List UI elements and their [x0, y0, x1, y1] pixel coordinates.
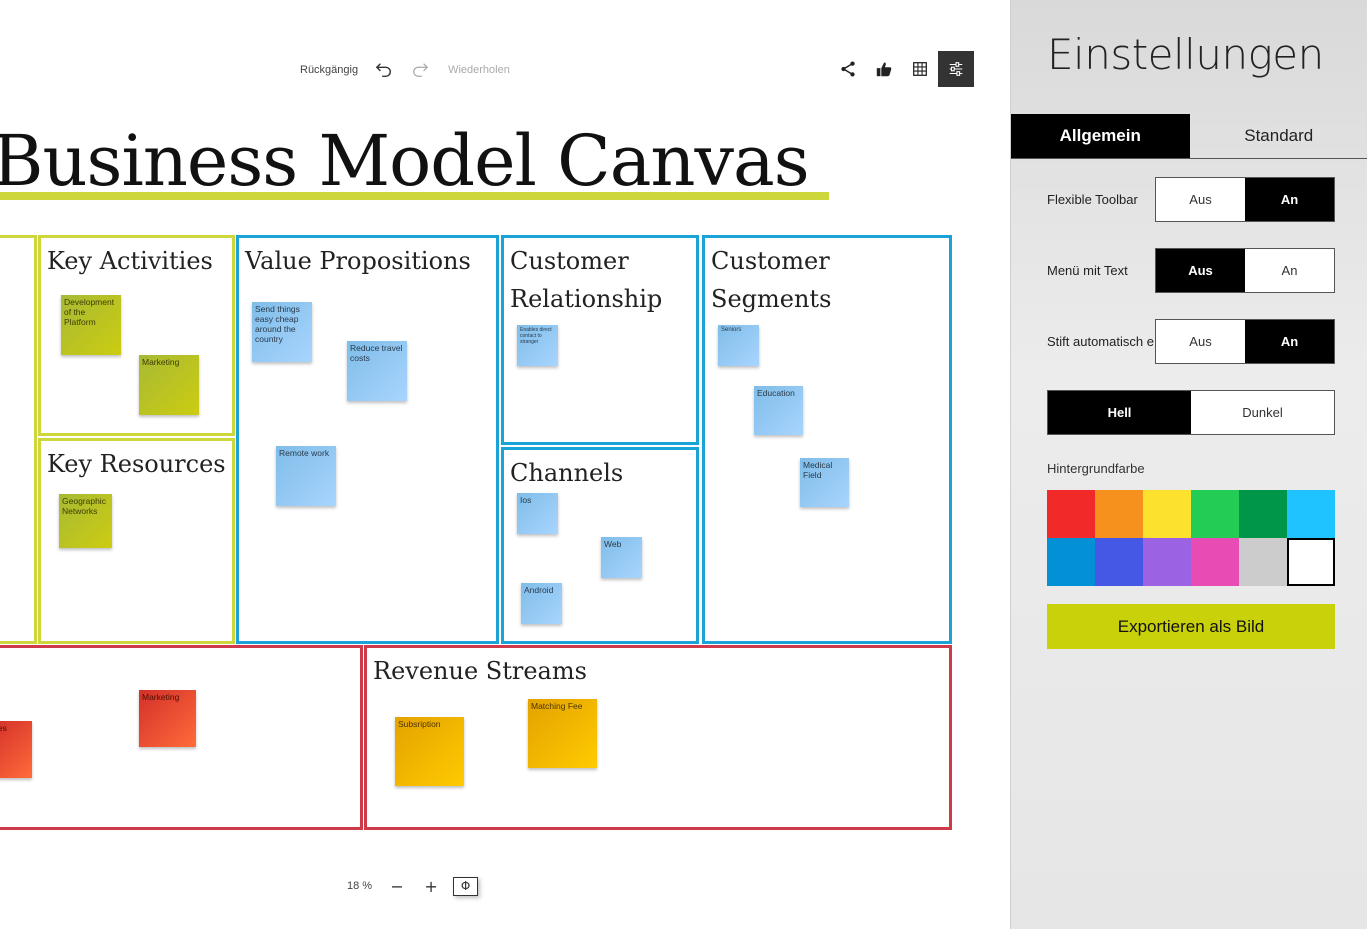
export-image-button[interactable]: Exportieren als Bild [1047, 604, 1335, 649]
color-swatch[interactable] [1239, 490, 1287, 538]
box-title-customer-segments: Customer Segments [711, 247, 832, 313]
zoom-level: 18 % [347, 880, 373, 892]
box-customer-relationship[interactable]: Customer Relationship Enables direct con… [501, 235, 699, 445]
color-swatch[interactable] [1047, 490, 1095, 538]
color-swatch[interactable] [1143, 490, 1191, 538]
box-title-key-activities: Key Activities [47, 247, 213, 275]
sticky-note[interactable]: Marketing [139, 355, 199, 415]
box-title-channels: Channels [510, 459, 624, 487]
sticky-note[interactable]: Send things easy cheap around the countr… [252, 302, 312, 362]
color-swatch[interactable] [1047, 538, 1095, 586]
whiteboard-canvas[interactable]: Rückgängig Wiederholen Business Model Ca… [0, 0, 1010, 929]
share-icon[interactable] [830, 51, 866, 87]
setting-auto-pen: Stift automatisch e Aus An [1047, 319, 1335, 364]
zoom-controls: 18 % − + Φ [347, 876, 479, 896]
toggle-flexible-toolbar[interactable]: Aus An [1155, 177, 1335, 222]
sticky-note[interactable]: ies [0, 721, 32, 778]
sticky-note[interactable]: Enables direct contact to stranger [517, 325, 558, 366]
settings-panel: Einstellungen Allgemein Standard Flexibl… [1010, 0, 1367, 929]
color-swatch[interactable] [1095, 490, 1143, 538]
sticky-note[interactable]: Geographic Networks [59, 494, 112, 548]
sticky-note[interactable]: Remote work [276, 446, 336, 506]
box-customer-segments[interactable]: Customer Segments Seniors Education Medi… [702, 235, 952, 644]
undo-icon[interactable] [372, 58, 396, 82]
toggle-option-off[interactable]: Aus [1156, 178, 1245, 221]
setting-label: Menü mit Text [1047, 263, 1128, 278]
redo-label[interactable]: Wiederholen [448, 64, 510, 76]
setting-label: Flexible Toolbar [1047, 192, 1138, 207]
box-title-revenue-streams: Revenue Streams [373, 657, 587, 685]
sticky-note[interactable]: Education [754, 386, 803, 435]
box-title-key-resources: Key Resources [47, 450, 226, 478]
background-color-label: Hintergrundfarbe [1047, 461, 1145, 476]
box-cost-structure[interactable]: ies Marketing [0, 645, 363, 830]
box-key-resources[interactable]: Key Resources Geographic Networks [38, 438, 235, 644]
sliders-icon[interactable] [938, 51, 974, 87]
box-key-activities[interactable]: Key Activities Development of the Platfo… [38, 235, 235, 436]
theme-light-option[interactable]: Hell [1048, 391, 1191, 434]
sticky-note[interactable]: Medical Field [800, 458, 849, 507]
canvas-actions [830, 51, 974, 87]
setting-flexible-toolbar: Flexible Toolbar Aus An [1047, 177, 1335, 222]
toggle-auto-pen[interactable]: Aus An [1155, 319, 1335, 364]
toggle-option-off[interactable]: Aus [1156, 249, 1245, 292]
theme-toggle[interactable]: Hell Dunkel [1047, 390, 1335, 435]
sticky-note[interactable]: Android [521, 583, 562, 624]
sticky-note[interactable]: Reduce travel costs [347, 341, 407, 401]
box-value-propositions[interactable]: Value Propositions Send things easy chea… [236, 235, 499, 644]
undo-label[interactable]: Rückgängig [300, 64, 358, 76]
sticky-note[interactable]: Web [601, 537, 642, 578]
color-swatch[interactable] [1191, 490, 1239, 538]
title-underline [0, 192, 829, 200]
color-swatch[interactable] [1287, 490, 1335, 538]
sticky-note[interactable]: Ios [517, 493, 558, 534]
settings-tabs: Allgemein Standard [1011, 114, 1367, 159]
box-title-customer-relationship: Customer Relationship [510, 247, 663, 313]
box-channels[interactable]: Channels Ios Web Android [501, 447, 699, 644]
box-revenue-streams[interactable]: Revenue Streams Subsription Matching Fee [364, 645, 952, 830]
toggle-option-off[interactable]: Aus [1156, 320, 1245, 363]
zoom-out-button[interactable]: − [385, 876, 409, 896]
background-color-swatches [1047, 490, 1335, 586]
undo-redo-toolbar: Rückgängig Wiederholen [300, 58, 510, 82]
toggle-menu-text[interactable]: Aus An [1155, 248, 1335, 293]
redo-icon[interactable] [408, 58, 432, 82]
zoom-in-button[interactable]: + [419, 876, 443, 896]
sticky-note[interactable]: Subsription [395, 717, 464, 786]
settings-title: Einstellungen [1047, 30, 1324, 79]
setting-menu-text: Menü mit Text Aus An [1047, 248, 1335, 293]
tab-allgemein[interactable]: Allgemein [1011, 114, 1190, 158]
tab-standard[interactable]: Standard [1190, 114, 1367, 158]
toggle-option-on[interactable]: An [1245, 178, 1334, 221]
sticky-note[interactable]: Seniors [718, 325, 759, 366]
color-swatch[interactable] [1143, 538, 1191, 586]
thumbs-up-icon[interactable] [866, 51, 902, 87]
box-key-partners[interactable] [0, 235, 37, 644]
sticky-note[interactable]: Matching Fee [528, 699, 597, 768]
color-swatch[interactable] [1095, 538, 1143, 586]
color-swatch[interactable] [1239, 538, 1287, 586]
setting-label: Stift automatisch e [1047, 334, 1154, 349]
toggle-option-on[interactable]: An [1245, 320, 1334, 363]
color-swatch[interactable] [1191, 538, 1239, 586]
color-swatch[interactable] [1287, 538, 1335, 586]
sticky-note[interactable]: Marketing [139, 690, 196, 747]
app-window: Rückgängig Wiederholen Business Model Ca… [0, 0, 1367, 929]
grid-icon[interactable] [902, 51, 938, 87]
toggle-option-on[interactable]: An [1245, 249, 1334, 292]
fit-to-screen-button[interactable]: Φ [453, 876, 479, 896]
sticky-note[interactable]: Development of the Platform [61, 295, 121, 355]
theme-dark-option[interactable]: Dunkel [1191, 391, 1334, 434]
box-title-value-propositions: Value Propositions [245, 247, 471, 275]
